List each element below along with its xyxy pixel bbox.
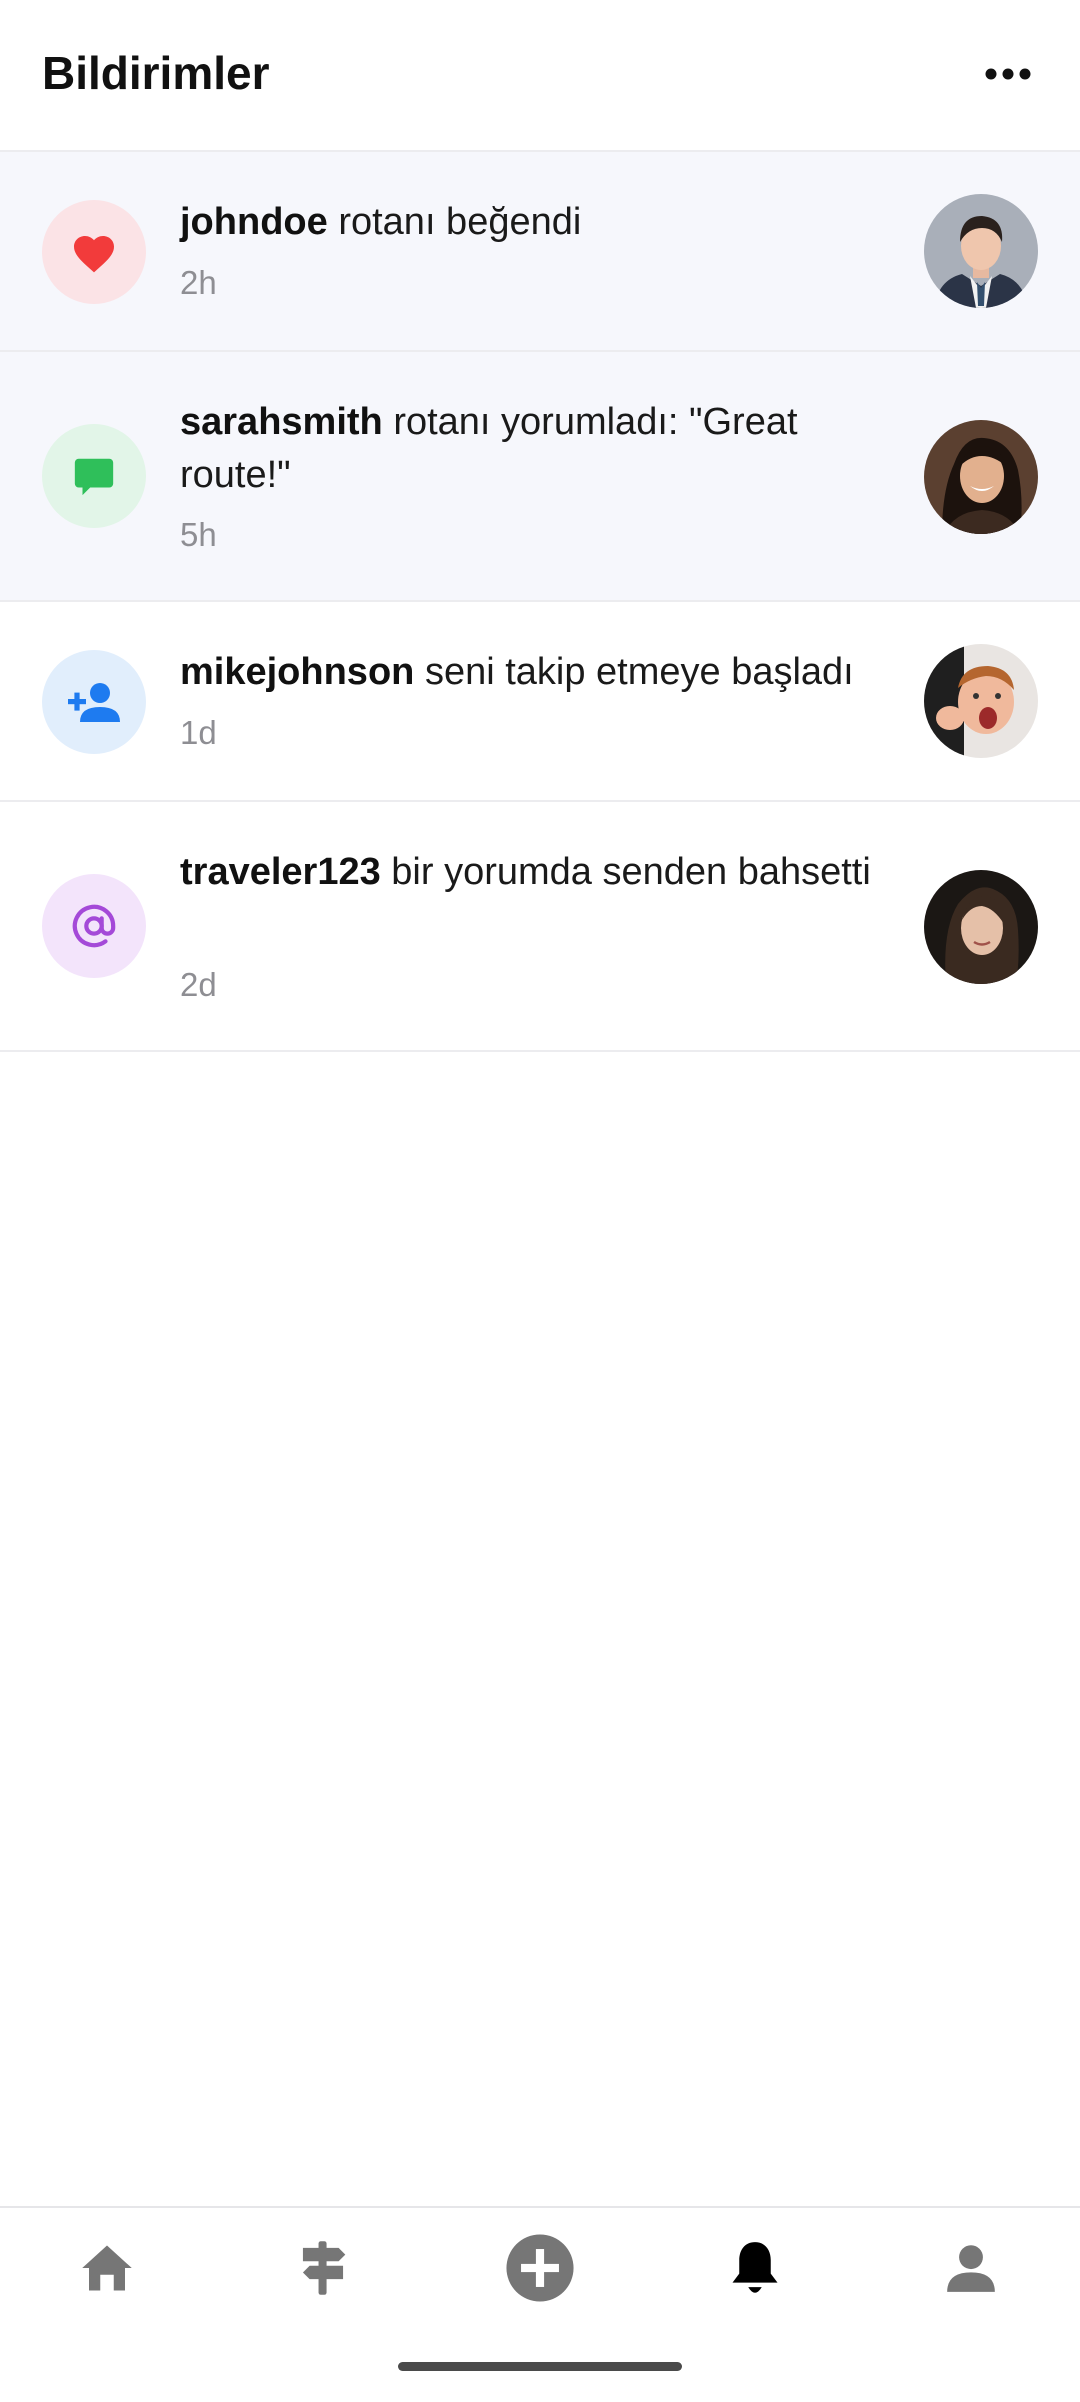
notification-type-badge	[42, 874, 146, 978]
notification-text: johndoe rotanı beğendi	[180, 196, 880, 249]
notification-time: 2d	[180, 966, 217, 1003]
notification-type-badge	[42, 650, 146, 754]
notification-message: bir yorumda senden bahsetti	[391, 851, 871, 893]
notification-username[interactable]: mikejohnson	[180, 651, 414, 693]
avatar[interactable]	[924, 644, 1038, 758]
profile-icon	[947, 2245, 995, 2292]
notification-username[interactable]: johndoe	[180, 201, 328, 243]
notification-username[interactable]: traveler123	[180, 851, 381, 893]
notification-text: mikejohnson seni takip etmeye başladı	[180, 646, 880, 699]
tab-home[interactable]	[67, 2228, 147, 2308]
avatar[interactable]	[924, 420, 1038, 534]
notification-type-badge	[42, 200, 146, 304]
notification-time: 5h	[180, 516, 217, 553]
tab-profile[interactable]	[931, 2228, 1011, 2308]
person-add-icon	[68, 683, 120, 722]
home-icon	[82, 2245, 132, 2291]
avatar[interactable]	[924, 870, 1038, 984]
notification-time: 2h	[180, 264, 217, 301]
add-circle-icon	[506, 2234, 574, 2302]
page-title: Bildirimler	[42, 47, 270, 99]
home-indicator	[398, 2362, 682, 2371]
tab-notifications[interactable]	[715, 2228, 795, 2308]
more-options-button[interactable]	[972, 44, 1044, 104]
tab-create[interactable]	[500, 2228, 580, 2308]
avatar[interactable]	[924, 194, 1038, 308]
notification-item[interactable]: johndoe rotanı beğendi 2h	[0, 152, 1080, 352]
notification-list: johndoe rotanı beğendi 2h sarahsmith rot…	[0, 152, 1080, 1052]
notification-message: rotanı beğendi	[338, 201, 582, 243]
notification-time: 1d	[180, 714, 217, 751]
bottom-tab-bar	[0, 2206, 1080, 2402]
notification-type-badge	[42, 424, 146, 528]
notification-item[interactable]: sarahsmith rotanı yorumladı: "Great rout…	[0, 352, 1080, 602]
bell-icon	[732, 2242, 778, 2293]
notification-item[interactable]: mikejohnson seni takip etmeye başladı 1d	[0, 602, 1080, 802]
notification-item[interactable]: traveler123 bir yorumda senden bahsetti …	[0, 802, 1080, 1052]
notification-text: traveler123 bir yorumda senden bahsetti	[180, 846, 880, 899]
header: Bildirimler	[0, 0, 1080, 152]
signpost-icon	[302, 2241, 346, 2295]
tab-routes[interactable]	[283, 2228, 363, 2308]
at-sign-icon	[72, 904, 116, 948]
notification-username[interactable]: sarahsmith	[180, 401, 383, 443]
notification-message: seni takip etmeye başladı	[424, 651, 854, 693]
heart-icon	[74, 236, 114, 273]
comment-icon	[74, 458, 114, 496]
more-horizontal-icon	[985, 68, 1031, 80]
notification-text: sarahsmith rotanı yorumladı: "Great rout…	[180, 396, 880, 502]
